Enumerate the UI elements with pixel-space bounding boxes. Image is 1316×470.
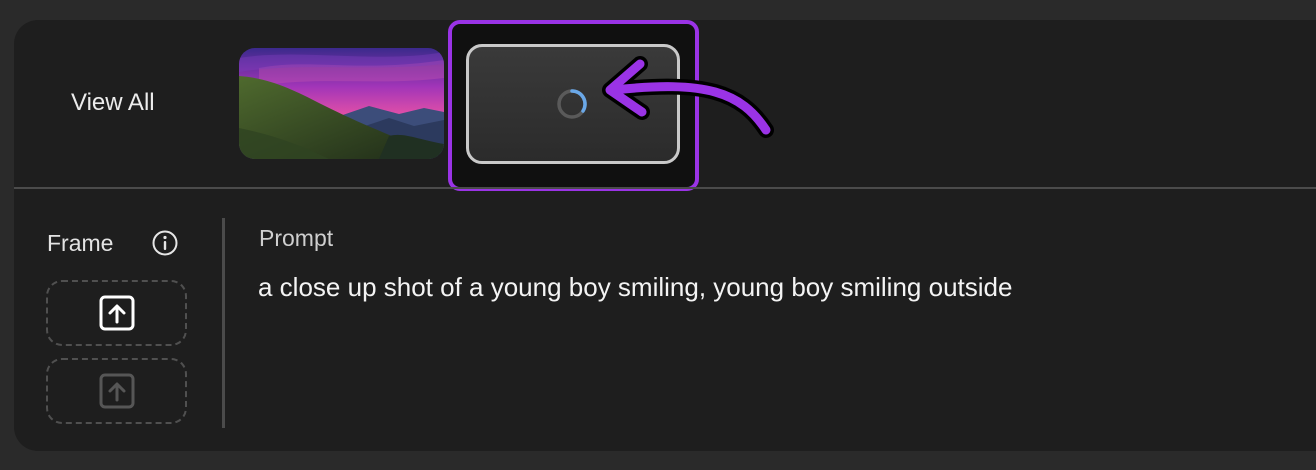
curved-arrow-icon <box>602 56 774 138</box>
prompt-label: Prompt <box>259 225 334 251</box>
info-icon[interactable] <box>151 229 179 257</box>
landscape-thumbnail[interactable] <box>239 48 444 159</box>
frame-label: Frame <box>47 230 114 256</box>
upload-first-frame-button[interactable] <box>46 280 187 346</box>
upload-last-frame-button[interactable] <box>46 358 187 424</box>
loading-spinner-icon <box>557 89 587 119</box>
upload-icon <box>99 373 134 409</box>
section-divider <box>14 187 1316 189</box>
landscape-image <box>239 48 444 159</box>
vertical-divider <box>222 218 225 428</box>
prompt-input[interactable]: a close up shot of a young boy smiling, … <box>258 272 1012 303</box>
view-all-link[interactable]: View All <box>71 89 155 117</box>
upload-icon <box>99 295 134 331</box>
